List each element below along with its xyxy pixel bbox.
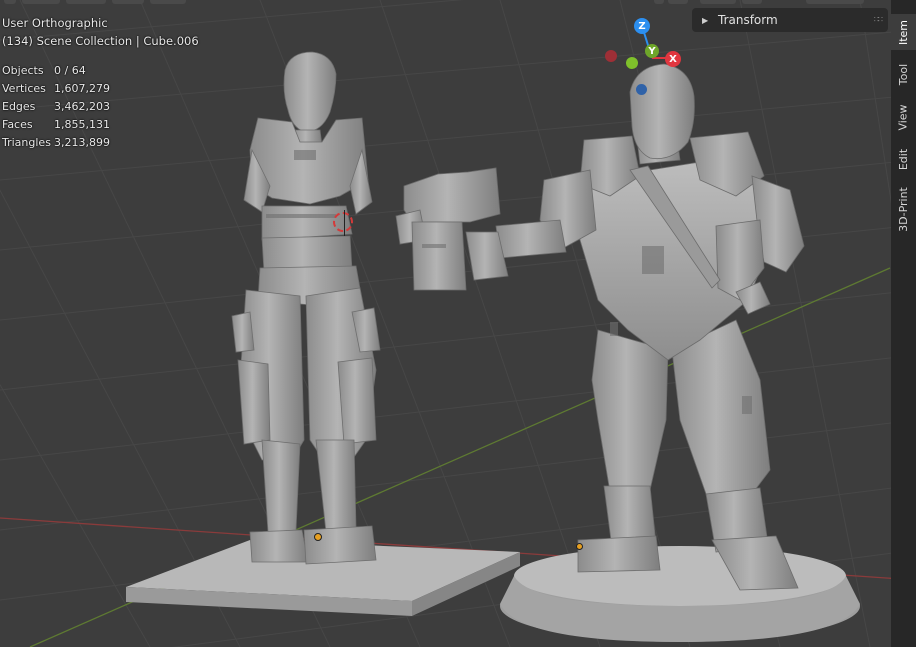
stat-value: 3,462,203: [54, 100, 110, 113]
tab-tool-label: Tool: [897, 63, 910, 85]
gizmo-x-axis[interactable]: X: [665, 51, 681, 67]
viewport-scene[interactable]: [0, 0, 916, 647]
header-button[interactable]: [66, 0, 106, 4]
tab-item[interactable]: Item: [891, 14, 916, 50]
header-button[interactable]: [4, 0, 16, 4]
gizmo-neg-x-axis[interactable]: [605, 50, 617, 62]
header-button[interactable]: [668, 0, 688, 4]
3d-viewport[interactable]: User Orthographic (134) Scene Collection…: [0, 0, 916, 647]
sidebar-tabs: Item Tool View Edit 3D-Print: [891, 0, 916, 647]
stat-row: Triangles 3,213,899: [2, 134, 110, 152]
gizmo-y-axis[interactable]: Y: [645, 44, 659, 58]
round-base: [500, 546, 860, 642]
stat-value: 1,855,131: [54, 118, 110, 131]
stat-value: 1,607,279: [54, 82, 110, 95]
header-button[interactable]: [654, 0, 664, 4]
gizmo-neg-y-axis[interactable]: [626, 57, 638, 69]
stat-label: Vertices: [2, 82, 46, 95]
tab-item-label: Item: [897, 19, 911, 45]
shading-buttons[interactable]: [806, 0, 864, 4]
scene-info: (134) Scene Collection | Cube.006: [2, 34, 199, 48]
stat-label: Faces: [2, 118, 33, 131]
tab-3d-print-label: 3D-Print: [897, 186, 910, 232]
gizmo-z-axis[interactable]: Z: [634, 18, 650, 34]
stat-row: Vertices 1,607,279: [2, 80, 110, 98]
tab-edit[interactable]: Edit: [891, 142, 916, 176]
object-origin: [314, 533, 322, 541]
header-button[interactable]: [150, 0, 186, 4]
view-info: User Orthographic (134) Scene Collection…: [2, 14, 199, 50]
tab-3d-print[interactable]: 3D-Print: [891, 184, 916, 234]
object-origin: [576, 543, 583, 550]
transform-panel-header[interactable]: ▶ Transform ∷∷: [692, 8, 888, 32]
header-stub: [0, 0, 864, 6]
stat-row: Objects 0 / 64: [2, 62, 110, 80]
header-button[interactable]: [112, 0, 144, 4]
tab-tool[interactable]: Tool: [891, 56, 916, 92]
transform-panel-label: Transform: [718, 13, 778, 27]
stat-row: Faces 1,855,131: [2, 116, 110, 134]
stat-label: Objects: [2, 64, 44, 77]
tab-view[interactable]: View: [891, 98, 916, 136]
stat-label: Edges: [2, 100, 36, 113]
scene-statistics: Objects 0 / 64 Vertices 1,607,279 Edges …: [2, 62, 110, 152]
stat-row: Edges 3,462,203: [2, 98, 110, 116]
3d-cursor: [333, 210, 353, 236]
stat-value: 0 / 64: [54, 64, 86, 77]
tab-edit-label: Edit: [897, 148, 910, 170]
header-button[interactable]: [22, 0, 60, 4]
stat-label: Triangles: [2, 136, 51, 149]
stat-value: 3,213,899: [54, 136, 110, 149]
drag-handle-icon[interactable]: ∷∷: [874, 15, 883, 24]
view-name: User Orthographic: [2, 16, 108, 30]
gizmo-neg-z-axis[interactable]: [636, 84, 647, 95]
expand-triangle-icon[interactable]: ▶: [702, 16, 712, 25]
tab-view-label: View: [897, 103, 911, 131]
header-button[interactable]: [700, 0, 736, 4]
header-button[interactable]: [742, 0, 762, 4]
